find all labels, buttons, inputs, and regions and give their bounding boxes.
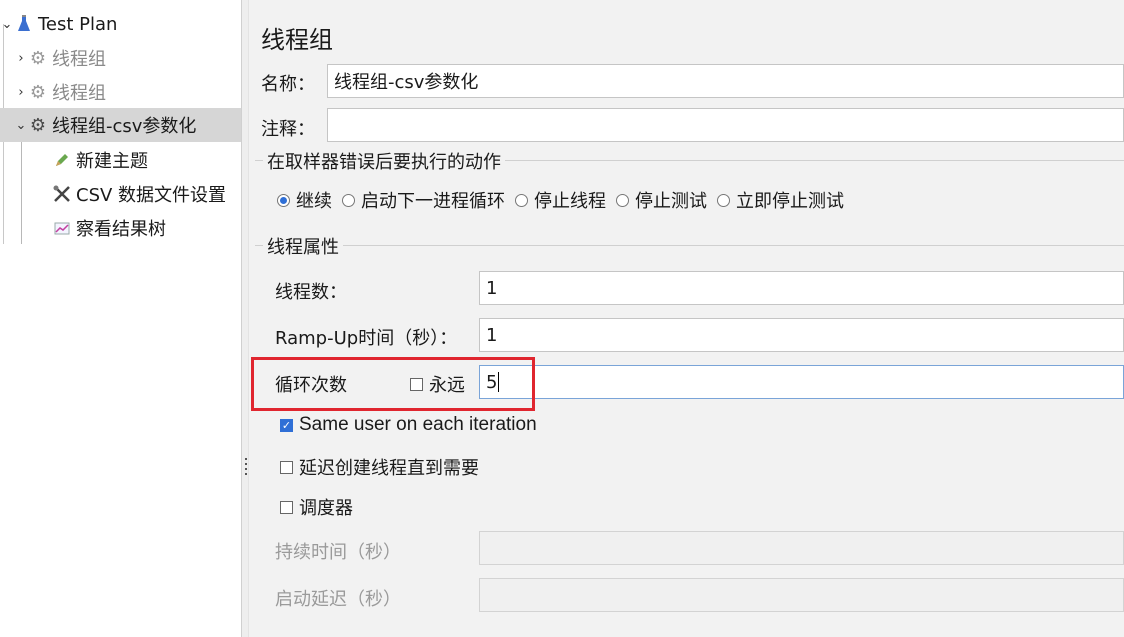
page-title: 线程组 — [261, 26, 333, 54]
thread-properties-group — [255, 245, 1124, 246]
thread-properties-group-title: 线程属性 — [263, 233, 343, 259]
radio-start-next-loop[interactable]: 启动下一进程循环 — [342, 187, 505, 213]
radio-stop-thread[interactable]: 停止线程 — [515, 187, 606, 213]
threads-label: 线程数： — [275, 282, 347, 303]
chevron-right-icon[interactable]: › — [14, 85, 28, 100]
scheduler-label: 调度器 — [299, 498, 353, 519]
tree-item-label: 新建主题 — [76, 151, 148, 172]
radio-label: 停止线程 — [534, 191, 606, 212]
radio-button[interactable] — [342, 193, 355, 207]
delay-label: 延迟创建线程直到需要 — [299, 458, 479, 479]
gear-icon: ⚙ — [29, 81, 47, 103]
radio-button[interactable] — [717, 193, 730, 207]
chevron-down-icon[interactable]: ⌄ — [14, 118, 28, 133]
duration-field — [479, 531, 1124, 565]
tree-item-label: CSV 数据文件设置 — [76, 185, 227, 206]
tree-item-csv-data-set[interactable]: CSV 数据文件设置 — [0, 177, 241, 211]
tree-item-test-plan[interactable]: ⌄ Test Plan — [0, 7, 241, 41]
comment-field[interactable] — [327, 108, 1124, 142]
radio-stop-test-now[interactable]: 立即停止测试 — [717, 187, 844, 213]
threads-value: 1 — [486, 277, 498, 299]
radio-button[interactable] — [515, 193, 528, 207]
chart-icon — [52, 218, 72, 238]
pencil-icon — [52, 150, 72, 170]
tree-item-label: 察看结果树 — [76, 219, 166, 240]
tree-item-label: 线程组 — [52, 49, 106, 70]
tree-item-results-tree[interactable]: 察看结果树 — [0, 211, 241, 245]
radio-stop-test[interactable]: 停止测试 — [616, 187, 707, 213]
tree-item-label: Test Plan — [38, 13, 118, 35]
radio-continue[interactable]: 继续 — [277, 187, 332, 213]
tree-item-label: 线程组-csv参数化 — [52, 116, 197, 137]
same-user-label: Same user on each iteration — [299, 414, 537, 435]
radio-label: 立即停止测试 — [736, 191, 844, 212]
test-plan-tree: ⌄ Test Plan › ⚙ 线程组 › ⚙ 线程组 ⌄ ⚙ 线程组-csv参… — [0, 0, 241, 637]
name-label: 名称： — [261, 74, 315, 95]
scheduler-checkbox[interactable]: 调度器 — [280, 494, 353, 520]
loop-count-field[interactable]: 5 — [479, 365, 1124, 399]
rampup-field[interactable]: 1 — [479, 318, 1124, 352]
radio-button[interactable] — [277, 193, 290, 207]
tools-icon — [52, 184, 72, 204]
name-value: 线程组-csv参数化 — [334, 72, 479, 93]
same-user-checkbox[interactable]: ✓ Same user on each iteration — [280, 414, 537, 436]
radio-label: 继续 — [296, 191, 332, 212]
checkbox[interactable] — [280, 500, 293, 514]
checkbox[interactable] — [280, 460, 293, 474]
startup-delay-label: 启动延迟（秒） — [275, 589, 401, 610]
radio-label: 停止测试 — [635, 191, 707, 212]
radio-label: 启动下一进程循环 — [361, 191, 505, 212]
tree-item-thread-group-1[interactable]: › ⚙ 线程组 — [0, 41, 241, 75]
tree-item-thread-group-csv[interactable]: ⌄ ⚙ 线程组-csv参数化 — [0, 108, 241, 142]
annotation-highlight-box — [251, 357, 535, 411]
tree-item-thread-group-2[interactable]: › ⚙ 线程组 — [0, 75, 241, 109]
flask-icon — [14, 14, 34, 34]
gear-icon: ⚙ — [29, 47, 47, 69]
error-action-group-title: 在取样器错误后要执行的动作 — [263, 148, 505, 174]
tree-item-label: 线程组 — [52, 83, 106, 104]
name-field[interactable]: 线程组-csv参数化 — [327, 64, 1124, 98]
split-pane-divider[interactable] — [241, 0, 249, 637]
duration-label: 持续时间（秒） — [275, 542, 401, 563]
drag-handle-icon[interactable] — [245, 458, 247, 476]
tree-item-new-subject[interactable]: 新建主题 — [0, 143, 241, 177]
chevron-right-icon[interactable]: › — [14, 51, 28, 66]
error-action-radio-group: 继续 启动下一进程循环 停止线程 停止测试 立即停止测试 — [277, 187, 854, 213]
rampup-value: 1 — [486, 324, 498, 346]
rampup-label: Ramp-Up时间（秒）： — [275, 328, 458, 349]
chevron-down-icon[interactable]: ⌄ — [0, 17, 14, 32]
radio-button[interactable] — [616, 193, 629, 207]
delay-thread-creation-checkbox[interactable]: 延迟创建线程直到需要 — [280, 454, 479, 480]
gear-icon: ⚙ — [29, 114, 47, 136]
startup-delay-field — [479, 578, 1124, 612]
thread-group-panel: 线程组 名称： 线程组-csv参数化 注释： 在取样器错误后要执行的动作 继续 … — [249, 0, 1124, 637]
comment-label: 注释： — [261, 119, 315, 140]
threads-field[interactable]: 1 — [479, 271, 1124, 305]
checkbox-checked[interactable]: ✓ — [280, 418, 293, 432]
